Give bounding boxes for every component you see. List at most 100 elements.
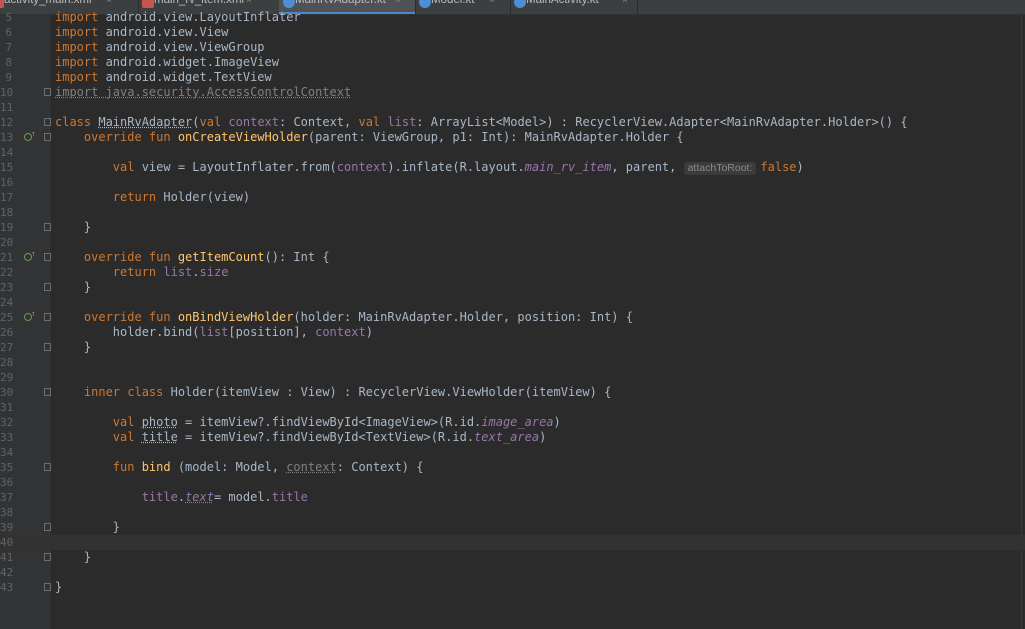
code-token: android.widget.ImageView [98,55,279,69]
line-number: 5 [5,11,12,24]
code-line[interactable]: 42 [0,565,1025,580]
code-text: val view = LayoutInflater.from(context).… [55,160,804,175]
code-token: holder.bind( [55,325,200,339]
line-number: 22 [0,266,14,279]
code-line[interactable]: 40 [0,535,1025,550]
code-line[interactable]: 27 } [0,340,1025,355]
close-icon[interactable]: × [395,0,401,6]
code-token: } [55,550,92,564]
override-icon[interactable]: ↑ [24,130,36,141]
code-line[interactable]: 26 holder.bind(list[position], context) [0,325,1025,340]
tab-label: MainRvAdapter.kt [295,0,386,6]
code-line[interactable]: 14 [0,145,1025,160]
close-icon[interactable]: × [246,0,252,6]
code-line[interactable]: 25 ↑ override fun onBindViewHolder(holder… [0,310,1025,325]
code-token: } [55,340,92,354]
line-number: 32 [0,416,14,429]
code-text: } [55,580,62,595]
code-token: main_rv_item [524,160,612,174]
close-icon[interactable]: × [622,0,628,6]
code-line[interactable]: 17 return Holder(view) [0,190,1025,205]
fold-icon[interactable] [44,283,51,291]
code-line[interactable]: 29 [0,370,1025,385]
fold-icon[interactable] [44,463,51,471]
line-number: 28 [0,356,14,369]
code-line[interactable]: 19 } [0,220,1025,235]
fold-icon[interactable] [44,88,51,96]
code-line[interactable]: 30 inner class Holder(itemView : View) :… [0,385,1025,400]
code-line[interactable]: 11 [0,100,1025,115]
code-line[interactable]: 38 [0,505,1025,520]
code-line[interactable]: 41 } [0,550,1025,565]
code-line[interactable]: 43} [0,580,1025,595]
code-line[interactable]: 18 [0,205,1025,220]
fold-icon[interactable] [44,133,51,141]
code-text: import android.view.ViewGroup [55,40,265,55]
code-line[interactable]: 5 import android.view.LayoutInflater [0,10,1025,25]
fold-icon[interactable] [44,583,51,591]
code-line[interactable]: 21 ↑ override fun getItemCount(): Int { [0,250,1025,265]
code-token: android.view.ViewGroup [98,40,265,54]
parameter-hint: attachToRoot: [683,162,757,175]
close-icon[interactable]: × [106,0,112,6]
code-line[interactable]: 36 [0,475,1025,490]
code-line[interactable]: 9 import android.widget.TextView [0,70,1025,85]
code-token: list [387,115,417,129]
code-line[interactable]: 8 import android.widget.ImageView [0,55,1025,70]
code-text: title.text= model.title [55,490,308,505]
fold-icon[interactable] [44,523,51,531]
code-line[interactable]: 39 } [0,520,1025,535]
code-line[interactable]: 20 [0,235,1025,250]
line-number: 33 [0,431,14,444]
kotlin-file-icon [514,0,526,8]
line-number: 6 [5,26,12,39]
code-line[interactable]: 16 [0,175,1025,190]
code-line[interactable]: 37 title.text= model.title [0,490,1025,505]
code-text: } [55,220,91,235]
code-line[interactable]: 32 val photo = itemView?.findViewById<Im… [0,415,1025,430]
line-number: 20 [0,236,14,249]
fold-icon[interactable] [44,223,51,231]
code-line[interactable]: 22 return list.size [0,265,1025,280]
fold-icon[interactable] [44,253,51,261]
code-line[interactable]: 24 [0,295,1025,310]
code-token: } [55,520,121,534]
line-number: 35 [0,461,14,474]
line-number: 19 [0,221,14,234]
code-token: import [55,40,99,54]
fold-icon[interactable] [44,313,51,321]
override-icon[interactable]: ↑ [24,310,36,321]
code-line[interactable]: 23 } [0,280,1025,295]
line-number: 29 [0,371,14,384]
code-line[interactable]: 13 ↑ override fun onCreateViewHolder(pare… [0,130,1025,145]
line-number: 42 [0,566,14,579]
code-line[interactable]: 6 import android.view.View [0,25,1025,40]
code-token: override fun [83,310,178,324]
code-text: val photo = itemView?.findViewById<Image… [55,415,561,430]
code-text: override fun onCreateViewHolder(parent: … [55,130,684,145]
code-line[interactable]: 15 val view = LayoutInflater.from(contex… [0,160,1025,175]
code-line[interactable]: 31 [0,400,1025,415]
fold-icon[interactable] [44,343,51,351]
override-icon[interactable]: ↑ [24,250,36,261]
code-line[interactable]: 28 [0,355,1025,370]
code-line[interactable]: 7 import android.view.ViewGroup [0,40,1025,55]
code-text: } [55,340,91,355]
fold-icon[interactable] [44,118,51,126]
code-line[interactable]: 33 val title = itemView?.findViewById<Te… [0,430,1025,445]
tab-label: activity_main.xml [4,0,92,6]
close-icon[interactable]: × [489,0,495,6]
fold-icon[interactable] [44,388,51,396]
code-token: , parent, [611,160,684,174]
code-line[interactable]: 12 class MainRvAdapter(val context: Conte… [0,115,1025,130]
code-line[interactable]: 10 import java.security.AccessControlCont… [0,85,1025,100]
fold-icon[interactable] [44,553,51,561]
code-token: size [199,265,229,279]
code-line[interactable]: 35 fun bind (model: Model, context: Cont… [0,460,1025,475]
code-line[interactable]: 34 [0,445,1025,460]
code-token: photo [141,415,178,429]
